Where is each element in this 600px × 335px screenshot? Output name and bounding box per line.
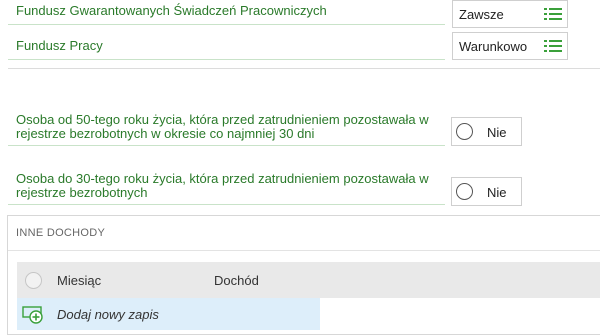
fund-fp-value: Warunkowo — [459, 39, 528, 54]
add-record-icon[interactable] — [22, 306, 46, 324]
question-over-50-underline — [8, 145, 445, 146]
column-header-income[interactable]: Dochód — [214, 273, 259, 288]
other-income-table-header: Miesiąc Dochód — [17, 262, 600, 298]
question-over-50-toggle[interactable]: Nie — [451, 117, 522, 146]
other-income-title-rule — [8, 250, 600, 251]
other-income-title: INNE DOCHODY — [16, 227, 106, 239]
list-icon — [544, 40, 562, 52]
fund-fgsp-label: Fundusz Gwarantowanych Świadczeń Pracown… — [16, 3, 327, 18]
fund-fgsp-value: Zawsze — [459, 7, 504, 22]
section-divider — [8, 68, 600, 69]
add-record-label: Dodaj nowy zapis — [57, 307, 159, 322]
add-record-row[interactable]: Dodaj nowy zapis — [17, 298, 320, 330]
fund-fgsp-underline — [8, 24, 445, 25]
list-icon — [544, 8, 562, 20]
question-over-50-label: Osoba od 50-tego roku życia, która przed… — [16, 112, 429, 141]
column-header-month[interactable]: Miesiąc — [57, 273, 101, 288]
question-over-50-answer: Nie — [487, 125, 507, 140]
question-under-30-answer: Nie — [487, 185, 507, 200]
fund-fp-label: Fundusz Pracy — [16, 38, 103, 53]
fund-fp-options-button[interactable] — [539, 33, 567, 59]
fund-fp-select[interactable]: Warunkowo — [452, 32, 568, 60]
fund-fgsp-select[interactable]: Zawsze — [452, 0, 568, 28]
question-under-30-label: Osoba do 30-tego roku życia, która przed… — [16, 171, 429, 200]
question-under-30-toggle[interactable]: Nie — [451, 177, 522, 206]
fund-fgsp-options-button[interactable] — [539, 1, 567, 27]
radio-circle-icon[interactable] — [456, 183, 473, 200]
select-all-checkbox[interactable] — [25, 272, 42, 289]
question-under-30-underline — [8, 204, 445, 205]
radio-circle-icon[interactable] — [456, 123, 473, 140]
fund-fp-underline — [8, 59, 445, 60]
